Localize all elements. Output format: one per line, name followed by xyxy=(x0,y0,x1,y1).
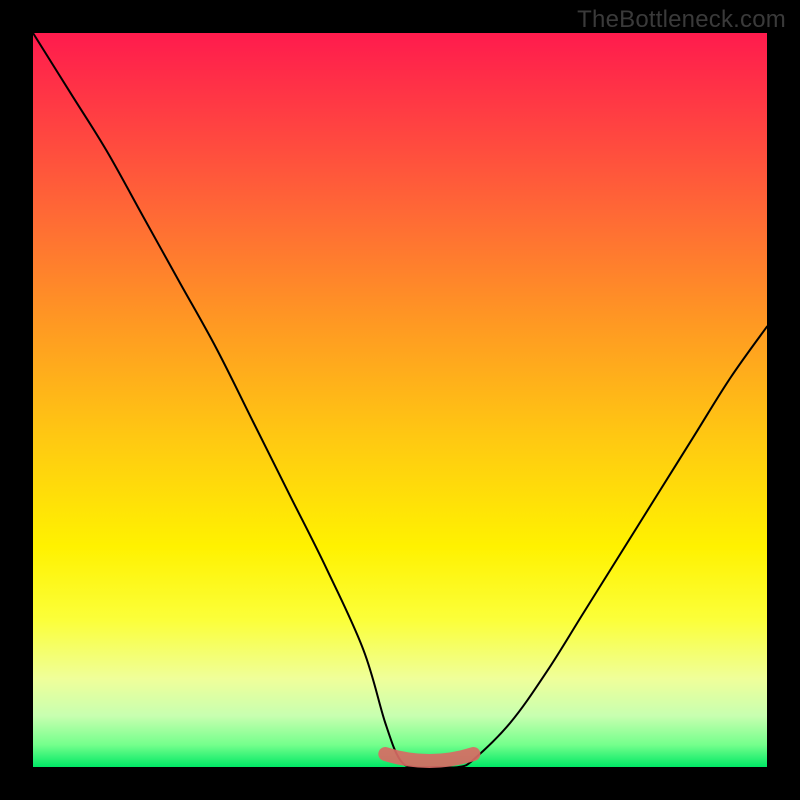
trough-highlight xyxy=(385,754,473,761)
curve-layer xyxy=(33,33,767,767)
watermark-text: TheBottleneck.com xyxy=(577,6,786,34)
bottleneck-curve xyxy=(33,33,767,768)
chart-frame: TheBottleneck.com xyxy=(0,0,800,800)
